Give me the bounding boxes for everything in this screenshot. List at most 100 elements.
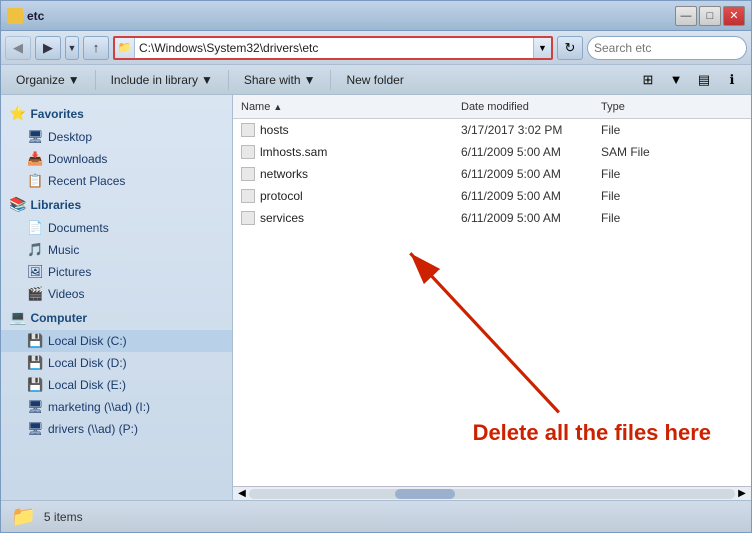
address-bar: 📁 ▼ — [113, 36, 553, 60]
window-title: etc — [27, 9, 44, 23]
sidebar-item-local-e[interactable]: 💾 Local Disk (E:) — [1, 374, 232, 396]
computer-icon: 💻 — [9, 309, 26, 326]
library-dropdown-icon: ▼ — [201, 73, 213, 87]
sidebar-item-downloads-label: Downloads — [48, 152, 107, 166]
sidebar-favorites-header[interactable]: ⭐ Favorites — [1, 101, 232, 126]
sidebar-item-downloads[interactable]: 📥 Downloads — [1, 148, 232, 170]
file-date-services: 6/11/2009 5:00 AM — [453, 211, 593, 225]
address-input[interactable] — [135, 41, 533, 55]
search-bar: 🔍 — [587, 36, 747, 60]
back-button[interactable]: ◀ — [5, 36, 31, 60]
file-type-hosts: File — [593, 123, 751, 137]
share-dropdown-icon: ▼ — [304, 73, 316, 87]
table-row[interactable]: lmhosts.sam 6/11/2009 5:00 AM SAM File — [233, 141, 751, 163]
main-area: ⭐ Favorites 🖥 Desktop 📥 Downloads 📋 Rece… — [1, 95, 751, 500]
nav-dropdown-button[interactable]: ▼ — [65, 36, 79, 60]
sidebar-item-documents[interactable]: 📄 Documents — [1, 217, 232, 239]
sidebar-item-drivers-label: drivers (\\ad) (P:) — [48, 422, 138, 436]
sidebar-item-videos-label: Videos — [48, 287, 84, 301]
sidebar-item-music-label: Music — [48, 243, 79, 257]
file-icon — [241, 189, 255, 203]
organize-dropdown-icon: ▼ — [68, 73, 80, 87]
local-disk-d-icon: 💾 — [27, 355, 43, 371]
annotation-text: Delete all the files here — [473, 420, 711, 446]
sidebar-item-recent-places-label: Recent Places — [48, 174, 125, 188]
include-in-library-button[interactable]: Include in library ▼ — [102, 68, 222, 92]
preview-pane-button[interactable]: ▤ — [691, 68, 717, 92]
title-bar-left: etc — [7, 8, 44, 24]
sidebar-item-drivers[interactable]: 🖥 drivers (\\ad) (P:) — [1, 418, 232, 440]
title-bar-controls: — □ ✕ — [675, 6, 745, 26]
table-row[interactable]: services 6/11/2009 5:00 AM File — [233, 207, 751, 229]
scroll-left-button[interactable]: ◀ — [235, 488, 249, 499]
file-date-lmhosts: 6/11/2009 5:00 AM — [453, 145, 593, 159]
scrollbar-track — [249, 489, 735, 499]
forward-button[interactable]: ▶ — [35, 36, 61, 60]
file-type-protocol: File — [593, 189, 751, 203]
favorites-icon: ⭐ — [9, 105, 26, 122]
recent-places-icon: 📋 — [27, 173, 43, 189]
toolbar-separator-3 — [330, 70, 331, 90]
file-icon — [241, 167, 255, 181]
details-pane-button[interactable]: ℹ — [719, 68, 745, 92]
file-name-protocol: protocol — [233, 189, 453, 203]
sidebar-item-local-e-label: Local Disk (E:) — [48, 378, 126, 392]
sidebar-item-local-d[interactable]: 💾 Local Disk (D:) — [1, 352, 232, 374]
music-icon: 🎵 — [27, 242, 43, 258]
drivers-drive-icon: 🖥 — [27, 421, 43, 437]
maximize-button[interactable]: □ — [699, 6, 721, 26]
status-bar: 📁 5 items — [1, 500, 751, 532]
sidebar-item-local-c-label: Local Disk (C:) — [48, 334, 127, 348]
address-dropdown-button[interactable]: ▼ — [533, 37, 551, 59]
window-icon — [7, 8, 23, 24]
table-row[interactable]: networks 6/11/2009 5:00 AM File — [233, 163, 751, 185]
downloads-icon: 📥 — [27, 151, 43, 167]
file-name-networks: networks — [233, 167, 453, 181]
close-button[interactable]: ✕ — [723, 6, 745, 26]
table-row[interactable]: hosts 3/17/2017 3:02 PM File — [233, 119, 751, 141]
organize-button[interactable]: Organize ▼ — [7, 68, 89, 92]
file-icon — [241, 211, 255, 225]
column-date-modified[interactable]: Date modified — [453, 101, 593, 113]
file-list: hosts 3/17/2017 3:02 PM File lmhosts.sam… — [233, 119, 751, 486]
file-type-services: File — [593, 211, 751, 225]
sidebar-item-desktop[interactable]: 🖥 Desktop — [1, 126, 232, 148]
sidebar-item-pictures[interactable]: 🖼 Pictures — [1, 261, 232, 283]
scrollbar-thumb[interactable] — [395, 489, 455, 499]
explorer-window: etc — □ ✕ ◀ ▶ ▼ ↑ 📁 ▼ ↻ 🔍 Organize ▼ — [0, 0, 752, 533]
local-disk-e-icon: 💾 — [27, 377, 43, 393]
sidebar-item-music[interactable]: 🎵 Music — [1, 239, 232, 261]
refresh-button[interactable]: ↻ — [557, 36, 583, 60]
sidebar-item-recent-places[interactable]: 📋 Recent Places — [1, 170, 232, 192]
file-date-hosts: 3/17/2017 3:02 PM — [453, 123, 593, 137]
view-button[interactable]: ⊞ — [635, 68, 661, 92]
sidebar-item-local-c[interactable]: 💾 Local Disk (C:) — [1, 330, 232, 352]
nav-bar: ◀ ▶ ▼ ↑ 📁 ▼ ↻ 🔍 — [1, 31, 751, 65]
local-disk-c-icon: 💾 — [27, 333, 43, 349]
sidebar-item-desktop-label: Desktop — [48, 130, 92, 144]
column-name[interactable]: Name ▲ — [233, 101, 453, 113]
toolbar-separator-1 — [95, 70, 96, 90]
title-bar: etc — □ ✕ — [1, 1, 751, 31]
new-folder-button[interactable]: New folder — [337, 68, 412, 92]
sidebar-item-marketing[interactable]: 🖥 marketing (\\ad) (I:) — [1, 396, 232, 418]
column-type[interactable]: Type — [593, 101, 751, 113]
table-row[interactable]: protocol 6/11/2009 5:00 AM File — [233, 185, 751, 207]
toolbar: Organize ▼ Include in library ▼ Share wi… — [1, 65, 751, 95]
sidebar-item-documents-label: Documents — [48, 221, 109, 235]
up-button[interactable]: ↑ — [83, 36, 109, 60]
search-input[interactable] — [594, 41, 747, 55]
scroll-right-button[interactable]: ▶ — [735, 488, 749, 499]
file-type-networks: File — [593, 167, 751, 181]
sidebar-computer-header[interactable]: 💻 Computer — [1, 305, 232, 330]
share-with-button[interactable]: Share with ▼ — [235, 68, 325, 92]
horizontal-scrollbar[interactable]: ◀ ▶ — [233, 486, 751, 500]
sidebar-libraries-header[interactable]: 📚 Libraries — [1, 192, 232, 217]
status-folder-icon: 📁 — [11, 504, 36, 529]
videos-icon: 🎬 — [27, 286, 43, 302]
file-type-lmhosts: SAM File — [593, 145, 751, 159]
minimize-button[interactable]: — — [675, 6, 697, 26]
file-date-protocol: 6/11/2009 5:00 AM — [453, 189, 593, 203]
sidebar-item-videos[interactable]: 🎬 Videos — [1, 283, 232, 305]
view-dropdown-button[interactable]: ▼ — [663, 68, 689, 92]
